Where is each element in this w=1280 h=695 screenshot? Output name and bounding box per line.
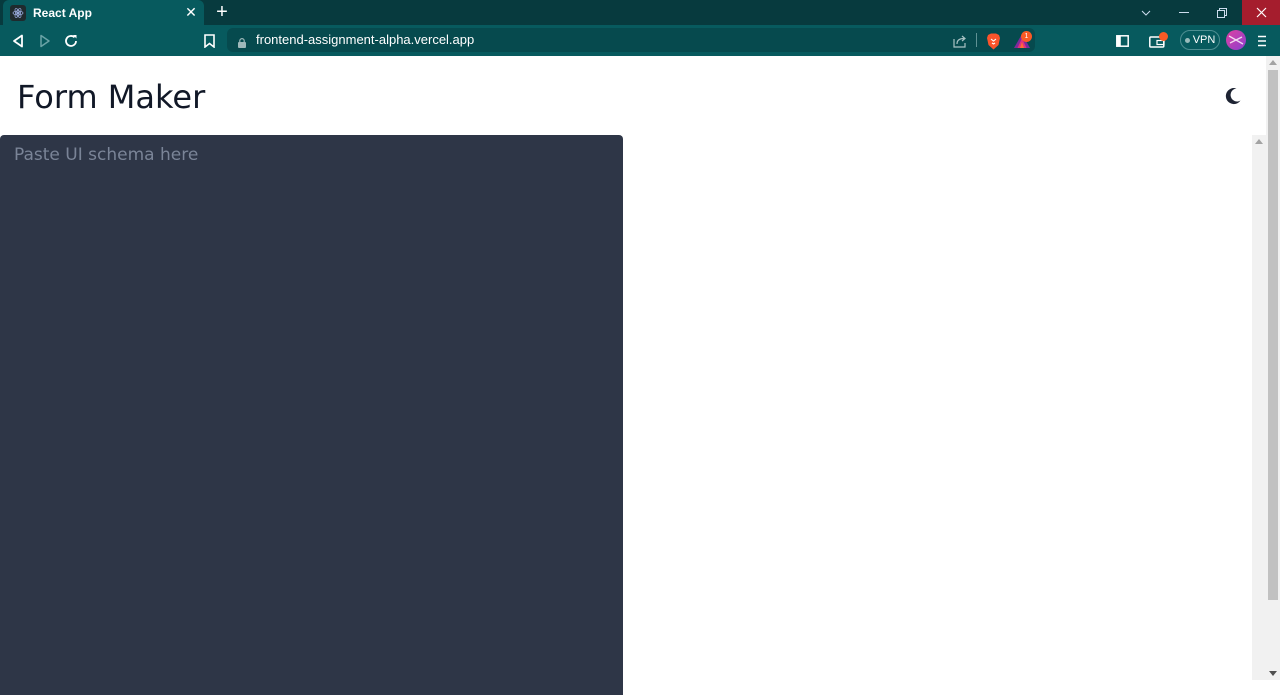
tab-search-chevron-icon[interactable] xyxy=(1127,0,1165,25)
page-scrollbar[interactable] xyxy=(1266,56,1280,680)
toolbar-divider xyxy=(976,33,977,47)
forward-icon[interactable] xyxy=(35,31,55,51)
tab-title: React App xyxy=(33,5,92,20)
restore-button[interactable] xyxy=(1203,0,1241,25)
url-text[interactable]: frontend-assignment-alpha.vercel.app xyxy=(256,32,474,47)
brave-shields-icon[interactable] xyxy=(983,31,1003,51)
back-icon[interactable] xyxy=(8,31,28,51)
react-logo-icon xyxy=(10,4,26,21)
new-tab-button[interactable]: + xyxy=(212,2,232,22)
moon-icon xyxy=(1222,88,1244,111)
scroll-up-arrow-icon[interactable] xyxy=(1255,139,1263,144)
page-scrollbar-thumb[interactable] xyxy=(1268,70,1278,600)
sidebar-toggle-icon[interactable] xyxy=(1112,31,1132,51)
schema-editor[interactable] xyxy=(0,135,623,695)
bookmark-icon[interactable] xyxy=(199,31,219,51)
tab-strip: React App ✕ + xyxy=(0,0,1280,25)
lock-icon[interactable] xyxy=(238,35,246,53)
page-content: Form Maker xyxy=(0,56,1266,695)
close-window-button[interactable] xyxy=(1242,0,1280,25)
theme-toggle-button[interactable] xyxy=(1222,85,1244,107)
share-icon[interactable] xyxy=(950,31,970,51)
vpn-label: VPN xyxy=(1192,34,1216,46)
page-scroll-up-icon[interactable] xyxy=(1269,60,1277,65)
page-title: Form Maker xyxy=(17,78,206,116)
menu-icon[interactable] xyxy=(1252,31,1272,51)
form-preview-scrollbar[interactable] xyxy=(1252,135,1266,680)
reload-icon[interactable] xyxy=(61,31,81,51)
close-tab-icon[interactable]: ✕ xyxy=(182,4,200,21)
vpn-status-dot xyxy=(1184,37,1190,43)
page-scroll-down-icon[interactable] xyxy=(1269,671,1277,676)
profile-avatar[interactable] xyxy=(1226,30,1246,50)
wallet-notification-dot xyxy=(1159,32,1168,41)
vpn-button[interactable]: VPN xyxy=(1180,30,1220,50)
minimize-button[interactable] xyxy=(1165,0,1203,25)
rewards-badge: 1 xyxy=(1021,31,1032,42)
browser-tab[interactable]: React App ✕ xyxy=(3,0,204,25)
